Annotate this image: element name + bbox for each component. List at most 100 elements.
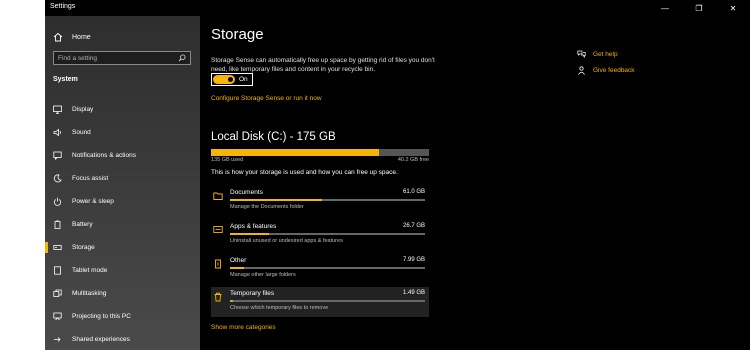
category-name: Documents — [230, 189, 263, 196]
sidebar-item-sound[interactable]: Sound — [45, 121, 200, 144]
disk-used-label: 135 GB used — [211, 157, 244, 163]
power-icon — [53, 197, 62, 206]
toggle-label: On — [239, 76, 248, 83]
sidebar-item-shared-experiences[interactable]: Shared experiences — [45, 328, 200, 350]
disk-free-label: 40.2 GB free — [397, 157, 429, 163]
sidebar-item-label: Focus assist — [72, 175, 109, 182]
sidebar-home[interactable]: Home — [53, 31, 91, 43]
category-bar — [230, 233, 425, 235]
storage-sense-toggle[interactable]: On — [211, 73, 253, 86]
sidebar-item-battery[interactable]: Battery — [45, 213, 200, 236]
trash-icon — [214, 292, 222, 302]
sidebar-item-tablet-mode[interactable]: Tablet mode — [45, 259, 200, 282]
category-name: Apps & features — [230, 223, 277, 230]
category-other[interactable]: Other 7.99 GB Manage other large folders — [211, 254, 429, 284]
configure-storage-sense-link[interactable]: Configure Storage Sense or run it now — [211, 95, 322, 102]
title-bar: Settings — ❐ ✕ — [45, 0, 750, 16]
maximize-button[interactable]: ❐ — [682, 0, 716, 16]
tablet-icon — [53, 266, 62, 275]
sidebar: Home System Display Sound Notifications … — [45, 16, 200, 350]
sidebar-item-storage[interactable]: Storage — [45, 236, 200, 259]
minimize-button[interactable]: — — [648, 0, 682, 16]
page-title: Storage — [211, 26, 264, 43]
category-bar — [230, 300, 425, 302]
category-bar-fill — [230, 267, 244, 269]
get-help-link[interactable]: Get help — [577, 48, 635, 60]
settings-window: Settings — ❐ ✕ Home System Display Sound — [45, 0, 750, 350]
storage-sense-description: Storage Sense can automatically free up … — [211, 57, 435, 73]
sidebar-item-label: Tablet mode — [72, 267, 108, 274]
speaker-icon — [53, 128, 62, 137]
sidebar-item-label: Display — [72, 106, 94, 113]
other-icon — [215, 259, 221, 269]
toggle-focus-outline: On — [211, 73, 253, 86]
category-name: Other — [230, 257, 247, 264]
sidebar-item-label: Storage — [72, 244, 95, 251]
notification-icon — [53, 151, 62, 160]
give-feedback-link[interactable]: Give feedback — [577, 64, 635, 76]
sidebar-item-power-sleep[interactable]: Power & sleep — [45, 190, 200, 213]
search-box[interactable] — [53, 51, 191, 65]
category-bar-fill — [230, 233, 269, 235]
category-description: Manage other large folders — [230, 272, 296, 278]
close-button[interactable]: ✕ — [716, 0, 750, 16]
sidebar-item-label: Shared experiences — [72, 336, 130, 343]
toggle-knob — [228, 77, 233, 82]
minimize-icon: — — [661, 3, 669, 13]
home-icon — [53, 32, 63, 42]
category-temporary-files[interactable]: Temporary files 1.49 GB Choose which tem… — [211, 287, 429, 317]
help-chat-icon — [577, 50, 586, 58]
window-title: Settings — [50, 3, 76, 10]
close-icon: ✕ — [729, 3, 737, 13]
disk-title: Local Disk (C:) - 175 GB — [211, 131, 336, 143]
search-icon — [178, 54, 186, 62]
sidebar-item-label: Projecting to this PC — [72, 313, 131, 320]
main-content: Storage Storage Sense can automatically … — [211, 16, 591, 350]
home-label: Home — [72, 33, 91, 41]
give-feedback-label: Give feedback — [593, 66, 635, 74]
toggle-switch[interactable] — [213, 75, 235, 84]
apps-icon — [213, 226, 223, 233]
category-size: 1.49 GB — [402, 290, 425, 296]
storage-icon — [53, 243, 62, 252]
sidebar-nav: Display Sound Notifications & actions Fo… — [45, 98, 200, 350]
category-bar-fill — [230, 300, 233, 302]
maximize-icon: ❐ — [695, 3, 703, 13]
section-label: System — [53, 76, 78, 83]
sidebar-item-projecting[interactable]: Projecting to this PC — [45, 305, 200, 328]
category-bar — [230, 199, 425, 201]
disk-usage-bar — [211, 149, 429, 156]
sidebar-item-notifications[interactable]: Notifications & actions — [45, 144, 200, 167]
sidebar-item-focus-assist[interactable]: Focus assist — [45, 167, 200, 190]
feedback-icon — [578, 65, 585, 75]
sidebar-item-label: Notifications & actions — [72, 152, 136, 159]
search-input[interactable] — [58, 54, 168, 62]
storage-info-text: This is how your storage is used and how… — [211, 169, 398, 176]
get-help-label: Get help — [593, 50, 618, 58]
moon-icon — [53, 174, 62, 183]
category-size: 7.99 GB — [402, 257, 425, 263]
category-size: 61.0 GB — [402, 189, 425, 195]
sidebar-item-label: Battery — [72, 221, 93, 228]
sidebar-item-label: Multitasking — [72, 290, 107, 297]
sidebar-item-multitasking[interactable]: Multitasking — [45, 282, 200, 305]
category-bar-fill — [230, 199, 322, 201]
show-more-categories-link[interactable]: Show more categories — [211, 324, 276, 331]
category-description: Uninstall unused or undesired apps & fea… — [230, 238, 343, 244]
category-description: Manage the Documents folder — [230, 204, 304, 210]
category-apps-features[interactable]: Apps & features 26.7 GB Uninstall unused… — [211, 220, 429, 250]
projector-icon — [53, 312, 62, 321]
battery-icon — [53, 220, 62, 229]
shared-icon — [53, 335, 62, 344]
category-documents[interactable]: Documents 61.0 GB Manage the Documents f… — [211, 186, 429, 216]
category-size: 26.7 GB — [402, 223, 425, 229]
documents-icon — [213, 192, 223, 200]
category-description: Choose which temporary files to remove — [230, 305, 329, 311]
help-links: Get help Give feedback — [577, 48, 635, 80]
sidebar-item-label: Sound — [72, 129, 91, 136]
multitasking-icon — [53, 289, 62, 298]
sidebar-item-display[interactable]: Display — [45, 98, 200, 121]
category-bar — [230, 267, 425, 269]
monitor-icon — [53, 105, 62, 114]
category-name: Temporary files — [230, 290, 275, 297]
